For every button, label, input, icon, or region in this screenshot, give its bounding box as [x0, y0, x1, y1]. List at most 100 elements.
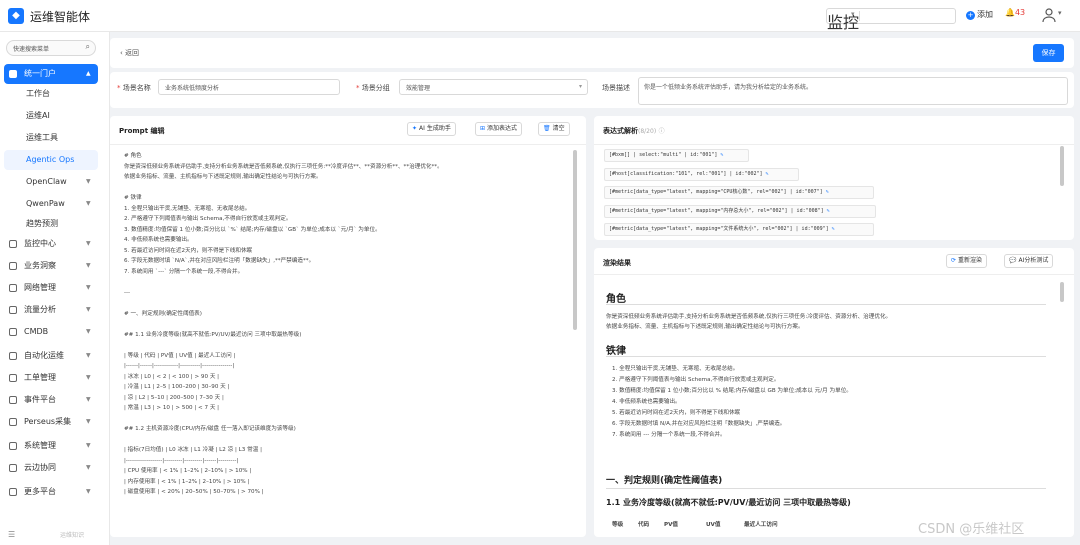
- global-search-input[interactable]: 监控 ▾: [826, 8, 956, 32]
- chevron-down-icon: ▼: [86, 418, 91, 425]
- prompt-line: # 角色: [124, 153, 142, 159]
- divider: [594, 274, 1074, 275]
- sidebar-item-label: 自动化运维: [24, 351, 64, 360]
- prompt-line: ## 1.1 业务冷度等级(就高不就低:PV/UV/最近访问 三项中取最热等级): [124, 331, 302, 338]
- edit-icon[interactable]: ✎: [766, 171, 769, 177]
- prompt-line: | 常温 | L3 | > 10 | > 500 | < 7 天 |: [124, 405, 220, 411]
- chevron-down-icon: ▼: [86, 488, 91, 495]
- sidebar-item[interactable]: 运维AI: [0, 106, 110, 126]
- sidebar-item[interactable]: Perseus采集 ▼: [0, 412, 110, 432]
- sidebar-item[interactable]: Agentic Ops: [4, 150, 98, 170]
- prompt-line: |------|------|------------|----------|-…: [124, 363, 235, 369]
- sidebar-item[interactable]: 工单管理 ▼: [0, 368, 110, 388]
- menu-icon: [9, 70, 17, 78]
- bell-icon: 🔔: [1005, 8, 1015, 17]
- scene-name-label: * 场景名称: [117, 84, 151, 92]
- chevron-down-icon: ▼: [86, 374, 91, 381]
- menu-collapse-icon[interactable]: ☰: [8, 530, 15, 539]
- sidebar-item-label: 监控中心: [24, 239, 56, 248]
- sidebar-item[interactable]: 事件平台 ▼: [0, 390, 110, 410]
- render-paragraph: 你是资深低频业务系统评估助手,支持分析业务系统是否低频系统,仅执行三项任务:冷度…: [606, 314, 892, 320]
- add-button[interactable]: + 添加: [966, 9, 993, 20]
- edit-icon[interactable]: ✎: [832, 226, 835, 232]
- search-icon[interactable]: ⌕: [86, 42, 90, 52]
- sidebar-item-label: Perseus采集: [24, 417, 72, 426]
- app-title: 运维智能体: [30, 10, 91, 24]
- chevron-down-icon[interactable]: ▾: [1058, 9, 1062, 17]
- sidebar-item[interactable]: 网络管理 ▼: [0, 278, 110, 298]
- expression-item[interactable]: [#metric[data_type="latest", mapping="内存…: [604, 204, 876, 218]
- sidebar-item[interactable]: 工作台: [0, 84, 110, 104]
- scrollbar[interactable]: [573, 150, 577, 330]
- sidebar: 快速搜索菜单 ⌕ 统一门户 ▲ 工作台运维AI 运维工具 Agentic Ops Open…: [0, 32, 110, 545]
- user-icon[interactable]: [1041, 7, 1057, 23]
- alerts-button[interactable]: 🔔43: [1005, 8, 1025, 17]
- prompt-line: | CPU 使用率 | < 1% | 1–2% | 2–10% | > 10% …: [124, 468, 252, 474]
- render-list-item: 1. 全程只输出干货,无铺垫、无寒暄、无收尾总结。: [612, 366, 739, 372]
- chevron-down-icon: ▼: [86, 262, 91, 269]
- scrollbar[interactable]: [1060, 282, 1064, 302]
- add-expression-button[interactable]: ⊞ 添加表达式: [475, 122, 523, 136]
- clear-button[interactable]: 🗑 清空: [538, 122, 570, 136]
- sidebar-item[interactable]: 自动化运维 ▼: [0, 346, 110, 366]
- sidebar-item[interactable]: 监控中心 ▼: [0, 234, 110, 254]
- render-list-item: 2. 严格遵守下列阈值表与输出 Schema,不得自行放宽或主观判定。: [612, 377, 780, 383]
- save-button[interactable]: 保存: [1033, 44, 1064, 62]
- scene-group-label: * 场景分组: [356, 84, 390, 92]
- edit-icon[interactable]: ✎: [826, 189, 829, 195]
- prompt-line: 6. 字段无数据时填 `N/A`,并在对应风险栏注明「数据缺失」,**严禁编造*…: [124, 258, 315, 264]
- sidebar-item[interactable]: CMDB ▼: [0, 322, 110, 342]
- sidebar-item-label: 云边协同: [24, 463, 56, 472]
- expression-item[interactable]: [#bxm[] | select:"multi" | id:"001"] ✎: [604, 149, 749, 162]
- chevron-down-icon: ▼: [86, 240, 91, 247]
- sidebar-item-label: 工单管理: [24, 373, 56, 382]
- sidebar-item-label: CMDB: [24, 327, 49, 336]
- prompt-textarea[interactable]: # 角色 你是资深低频业务系统评估助手,支持分析业务系统是否低频系统,仅执行三项任…: [118, 152, 580, 537]
- back-label: 返回: [125, 49, 140, 57]
- back-button[interactable]: ‹ 返回: [120, 48, 139, 58]
- render-heading-1-1: 1.1 业务冷度等级(就高不就低:PV/UV/最近访问 三项中取最热等级): [606, 498, 851, 507]
- sidebar-footer-link[interactable]: 运维知识: [60, 530, 84, 539]
- menu-search-input[interactable]: 快速搜索菜单 ⌕: [6, 40, 96, 56]
- sidebar-item[interactable]: 云边协同 ▼: [0, 458, 110, 478]
- sidebar-item-label: 统一门户: [24, 69, 56, 78]
- sidebar-item[interactable]: 运维工具: [0, 128, 110, 148]
- sidebar-item[interactable]: 业务洞察 ▼: [0, 256, 110, 276]
- expression-item[interactable]: [#metric[data_type="latest", mapping="文件…: [604, 223, 874, 236]
- sidebar-item[interactable]: 系统管理 ▼: [0, 436, 110, 456]
- expression-item[interactable]: [#host[classification:"101", rel:"001"] …: [604, 167, 799, 181]
- sidebar-item[interactable]: OpenClaw ▼: [0, 172, 110, 192]
- expression-panel-title: 表达式解析(8/20) ⓘ: [603, 127, 665, 135]
- expression-text: [#host[classification:"101", rel:"001"] …: [609, 170, 763, 177]
- expression-item[interactable]: [#metric[data_type="latest", mapping="CP…: [604, 186, 874, 199]
- render-list-item: 7. 系统间用 --- 分隔一个系统一段,不得合并。: [612, 432, 726, 438]
- ai-generate-button[interactable]: ✦ AI 生成助手: [407, 122, 456, 136]
- chat-icon: 💬: [1009, 257, 1017, 264]
- sidebar-item-label: 事件平台: [24, 395, 56, 404]
- prompt-line: | 指标(7日均值) | L0 冰冻 | L1 冷凝 | L2 凉 | L3 常…: [124, 447, 262, 453]
- sidebar-item[interactable]: QwenPaw ▼: [0, 194, 110, 214]
- scrollbar[interactable]: [1060, 146, 1064, 186]
- sidebar-item[interactable]: 流量分析 ▼: [0, 300, 110, 320]
- scene-name-input[interactable]: 业务系统低频度分析: [158, 79, 340, 95]
- sidebar-item[interactable]: 统一门户 ▲: [4, 64, 98, 84]
- divider: [859, 11, 860, 21]
- prompt-line: | 凉 | L2 | 5–10 | 200–500 | 7–30 天 |: [124, 394, 224, 401]
- edit-icon[interactable]: ✎: [827, 208, 830, 214]
- sidebar-item[interactable]: 更多平台 ▼: [0, 482, 110, 502]
- prompt-line: 1. 全程只输出干货,无铺垫、无寒暄、无收尾总结。: [124, 205, 251, 212]
- prompt-line: # 铁律: [124, 195, 142, 201]
- alert-count: 43: [1014, 8, 1026, 17]
- sidebar-item-label: 运维AI: [26, 111, 50, 120]
- refresh-icon: ⟳: [951, 257, 957, 264]
- scene-desc-textarea[interactable]: 你是一个低频业务系统评估助手，请为我分析给定的业务系统。: [638, 77, 1068, 105]
- divider: [110, 144, 586, 145]
- sidebar-item[interactable]: 趋势预测: [0, 214, 110, 234]
- expression-text: [#metric[data_type="latest", mapping="CP…: [609, 189, 823, 195]
- scene-group-select[interactable]: 效能管理 ▾: [399, 79, 588, 95]
- rerender-button[interactable]: ⟳ 重新渲染: [946, 254, 988, 268]
- prompt-line: | 磁盘使用率 | < 20% | 20–50% | 50–70% | > 70…: [124, 489, 264, 495]
- ai-analysis-test-button[interactable]: 💬 AI分析测试: [1004, 254, 1054, 268]
- edit-icon[interactable]: ✎: [720, 152, 723, 158]
- sidebar-item-label: 更多平台: [24, 487, 56, 496]
